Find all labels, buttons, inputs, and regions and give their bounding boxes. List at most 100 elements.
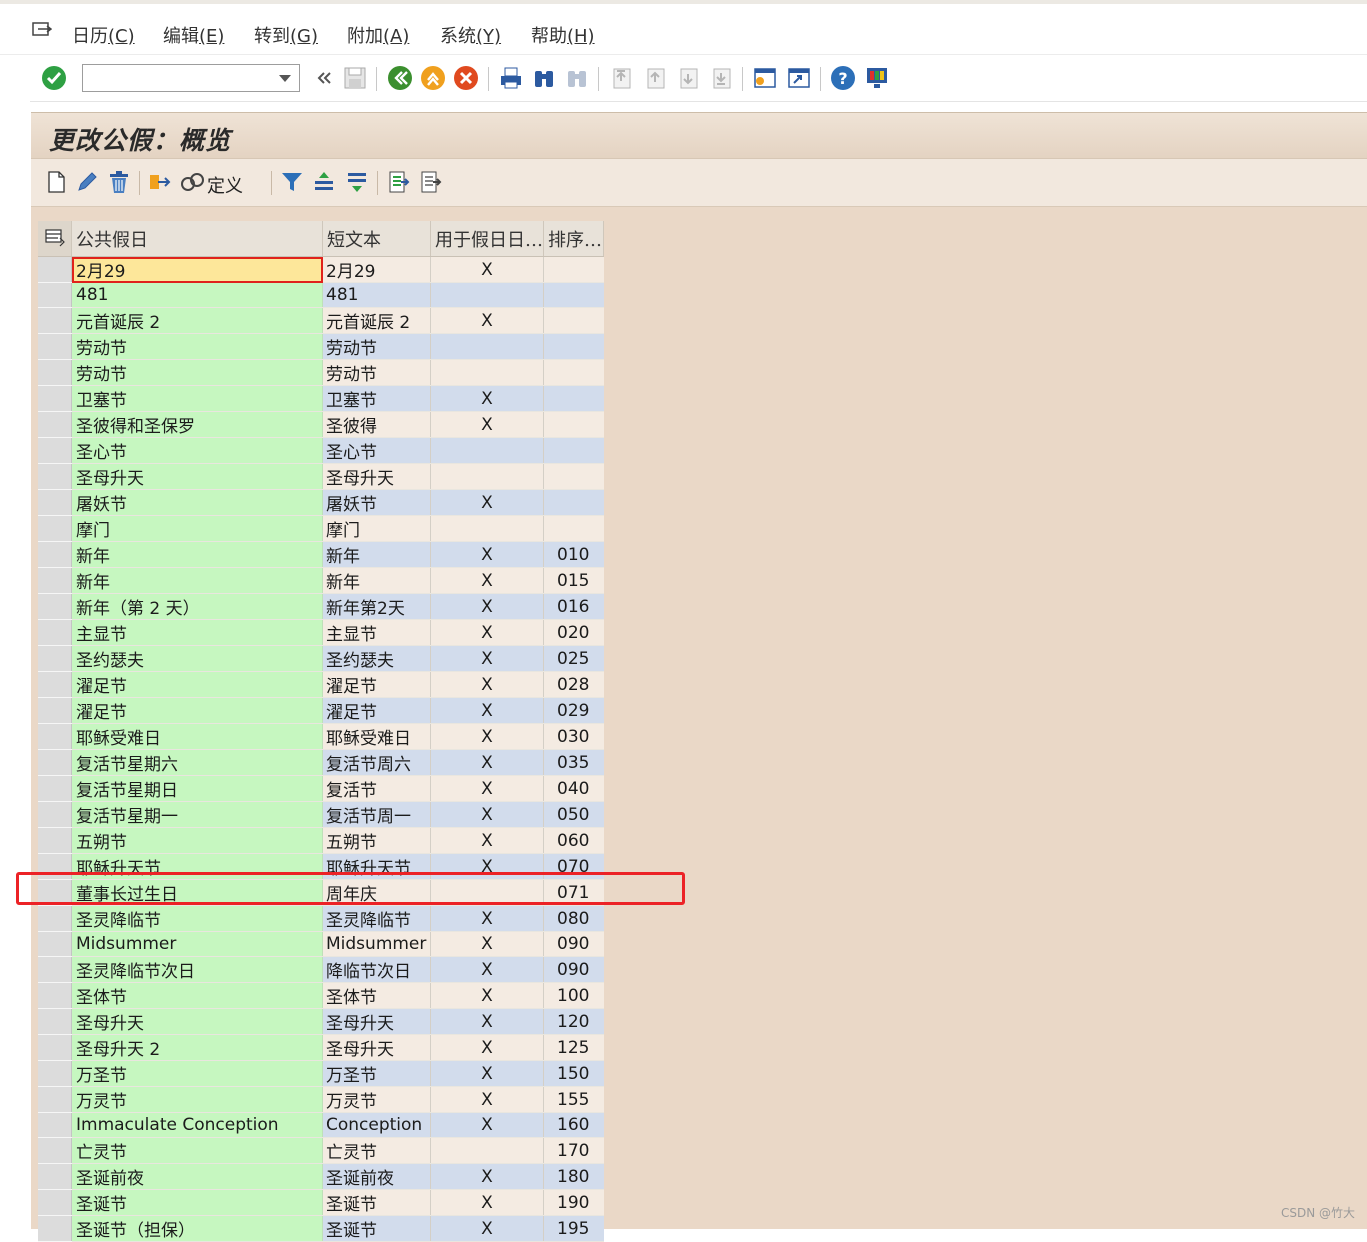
table-row[interactable]: 圣诞前夜 圣诞前夜 X 180 <box>38 1163 604 1190</box>
table-row[interactable]: 复活节星期六 复活节周六 X 035 <box>38 749 604 776</box>
holiday-cell[interactable]: Immaculate Conception <box>71 1112 323 1138</box>
row-selector[interactable] <box>38 463 72 490</box>
table-row[interactable]: 劳动节 劳动节 <box>38 333 604 360</box>
holiday-cell[interactable]: 圣诞节 <box>71 1189 323 1216</box>
holiday-cell[interactable]: 圣母升天 <box>71 1008 323 1035</box>
row-selector[interactable] <box>38 1008 72 1035</box>
row-selector[interactable] <box>38 956 72 983</box>
command-field[interactable] <box>82 64 300 92</box>
col-header-used-for-calendar[interactable]: 用于假日日… <box>430 221 544 257</box>
filter-icon[interactable] <box>279 169 305 195</box>
row-selector[interactable] <box>38 1163 72 1190</box>
table-row[interactable]: 劳动节 劳动节 <box>38 359 604 386</box>
table-row[interactable]: 481 481 <box>38 282 604 308</box>
holiday-cell[interactable]: 圣诞前夜 <box>71 1163 323 1190</box>
col-header-short-text[interactable]: 短文本 <box>322 221 431 257</box>
command-input[interactable] <box>87 66 271 92</box>
holiday-cell[interactable]: 圣母升天 2 <box>71 1034 323 1061</box>
row-selector[interactable] <box>38 723 72 750</box>
row-selector[interactable] <box>38 333 72 360</box>
holiday-cell[interactable]: 濯足节 <box>71 671 323 698</box>
table-row[interactable]: 董事长过生日 周年庆 071 <box>38 879 604 906</box>
first-page-icon[interactable] <box>608 65 634 91</box>
menu-goto[interactable]: 转到(G) <box>254 22 318 48</box>
chevron-down-icon[interactable] <box>279 75 291 82</box>
row-selector[interactable] <box>38 905 72 932</box>
holiday-cell[interactable]: 摩门 <box>71 515 323 542</box>
row-selector[interactable] <box>38 1060 72 1087</box>
new-session-icon[interactable] <box>752 65 778 91</box>
define-icon[interactable] <box>180 169 206 195</box>
layout-menu-icon[interactable] <box>864 65 890 91</box>
row-selector[interactable] <box>38 697 72 724</box>
table-row[interactable]: 圣约瑟夫 圣约瑟夫 X 025 <box>38 645 604 672</box>
table-row[interactable]: 复活节星期日 复活节 X 040 <box>38 775 604 802</box>
table-row[interactable]: 新年（第 2 天） 新年第2天 X 016 <box>38 593 604 620</box>
row-selector[interactable] <box>38 593 72 620</box>
find-next-icon[interactable] <box>564 65 590 91</box>
table-row[interactable]: 复活节星期一 复活节周一 X 050 <box>38 801 604 828</box>
row-selector[interactable] <box>38 853 72 880</box>
print-icon[interactable] <box>498 65 524 91</box>
holiday-cell[interactable]: 耶稣受难日 <box>71 723 323 750</box>
holiday-cell[interactable]: 耶稣升天节 <box>71 853 323 880</box>
find-icon[interactable] <box>531 65 557 91</box>
row-selector[interactable] <box>38 567 72 594</box>
sort-descending-icon[interactable] <box>344 169 370 195</box>
row-selector[interactable] <box>38 385 72 412</box>
col-header-holiday[interactable]: 公共假日 <box>71 221 323 257</box>
table-row[interactable]: 圣母升天 圣母升天 <box>38 463 604 490</box>
exit-icon[interactable] <box>420 65 446 91</box>
holiday-cell[interactable]: Midsummer <box>71 931 323 957</box>
row-selector[interactable] <box>38 801 72 828</box>
table-row[interactable]: 圣母升天 圣母升天 X 120 <box>38 1008 604 1035</box>
table-row[interactable]: 圣诞节 圣诞节 X 190 <box>38 1189 604 1216</box>
holiday-cell[interactable]: 圣彼得和圣保罗 <box>71 411 323 438</box>
holiday-cell[interactable]: 481 <box>71 282 323 308</box>
table-row[interactable]: 万圣节 万圣节 X 150 <box>38 1060 604 1087</box>
holiday-cell[interactable]: 万灵节 <box>71 1086 323 1113</box>
table-row[interactable]: 耶稣升天节 耶稣升天节 X 070 <box>38 853 604 880</box>
holiday-cell[interactable]: 五朔节 <box>71 827 323 854</box>
transport-icon[interactable] <box>147 169 173 195</box>
holiday-cell[interactable]: 圣母升天 <box>71 463 323 490</box>
holiday-cell[interactable]: 复活节星期六 <box>71 749 323 776</box>
menu-extras[interactable]: 附加(A) <box>347 22 409 48</box>
table-row[interactable]: 耶稣受难日 耶稣受难日 X 030 <box>38 723 604 750</box>
row-selector[interactable] <box>38 982 72 1009</box>
sort-ascending-icon[interactable] <box>311 169 337 195</box>
row-selector[interactable] <box>38 256 72 283</box>
table-row[interactable]: 屠妖节 屠妖节 X <box>38 489 604 516</box>
menu-help[interactable]: 帮助(H) <box>531 22 595 48</box>
row-selector[interactable] <box>38 437 72 464</box>
holiday-cell[interactable]: 复活节星期一 <box>71 801 323 828</box>
holiday-cell[interactable]: 圣体节 <box>71 982 323 1009</box>
holiday-cell[interactable]: 圣灵降临节次日 <box>71 956 323 983</box>
table-row[interactable]: 圣心节 圣心节 <box>38 437 604 464</box>
save-icon[interactable] <box>342 65 368 91</box>
menu-edit[interactable]: 编辑(E) <box>163 22 224 48</box>
menu-entry-icon[interactable] <box>32 22 52 40</box>
holiday-cell[interactable]: 万圣节 <box>71 1060 323 1087</box>
holiday-cell[interactable]: 新年（第 2 天） <box>71 593 323 620</box>
row-selector[interactable] <box>38 775 72 802</box>
holiday-cell[interactable]: 圣约瑟夫 <box>71 645 323 672</box>
table-row[interactable]: 万灵节 万灵节 X 155 <box>38 1086 604 1113</box>
row-selector[interactable] <box>38 749 72 776</box>
holiday-cell[interactable]: 亡灵节 <box>71 1137 323 1164</box>
holiday-cell[interactable]: 新年 <box>71 567 323 594</box>
help-icon[interactable]: ? <box>830 65 856 91</box>
table-row[interactable]: 五朔节 五朔节 X 060 <box>38 827 604 854</box>
table-row[interactable]: 主显节 主显节 X 020 <box>38 619 604 646</box>
row-selector[interactable] <box>38 1137 72 1164</box>
enter-icon[interactable] <box>41 65 67 91</box>
row-selector[interactable] <box>38 1112 72 1138</box>
row-selector[interactable] <box>38 307 72 334</box>
previous-page-icon[interactable] <box>642 65 668 91</box>
delete-icon[interactable] <box>106 169 132 195</box>
row-selector[interactable] <box>38 1086 72 1113</box>
cancel-icon[interactable] <box>453 65 479 91</box>
row-selector[interactable] <box>38 282 72 308</box>
holiday-cell[interactable]: 屠妖节 <box>71 489 323 516</box>
holiday-cell[interactable]: 圣心节 <box>71 437 323 464</box>
